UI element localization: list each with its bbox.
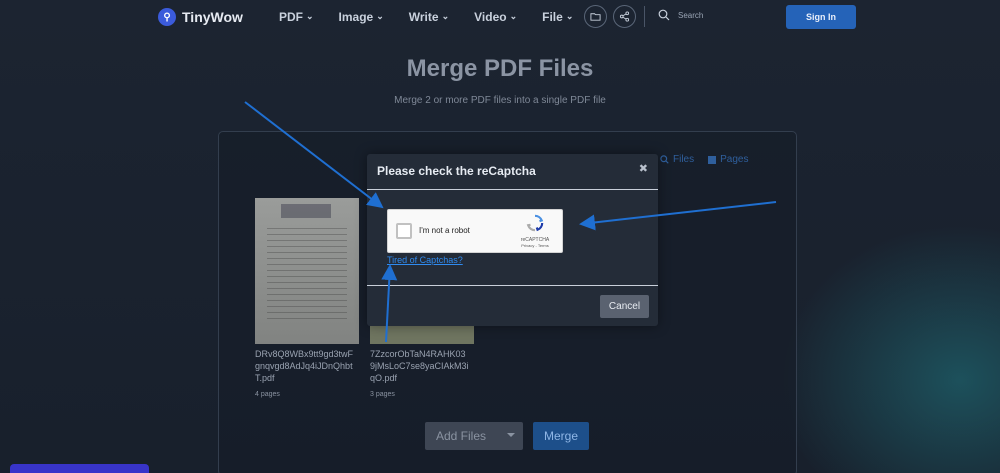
recaptcha-logo: reCAPTCHA Privacy - Terms (514, 214, 556, 248)
merge-button[interactable]: Merge (533, 422, 589, 450)
file-name: 7ZzcorObTaN4RAHK039jMsLoC7se8yaCIAkM3iqO… (370, 349, 469, 383)
caret-down-icon[interactable] (507, 433, 515, 437)
document-text-lines (267, 228, 347, 324)
search-icon (660, 155, 669, 164)
logo-text: TinyWow (182, 9, 243, 25)
nav-item-video[interactable]: Video ⌄ (474, 10, 517, 24)
panel-view-toggle: Files Pages (660, 154, 748, 165)
document-letterhead (281, 204, 331, 218)
modal-divider (367, 189, 658, 190)
main-nav: PDF ⌄ Image ⌄ Write ⌄ Video ⌄ File ⌄ (279, 10, 573, 24)
logo[interactable]: ⚲ TinyWow (158, 8, 243, 26)
nav-item-pdf[interactable]: PDF ⌄ (279, 10, 314, 24)
share-button[interactable] (613, 5, 636, 28)
folder-icon (590, 13, 601, 21)
logo-icon: ⚲ (158, 8, 176, 26)
modal-title: Please check the reCaptcha (377, 164, 536, 178)
file-page-count: 4 pages (255, 391, 280, 398)
chevron-down-icon: ⌄ (441, 10, 450, 21)
nav-item-image[interactable]: Image ⌄ (339, 10, 384, 24)
cancel-button[interactable]: Cancel (600, 295, 649, 318)
modal-divider (367, 285, 658, 286)
tired-of-captchas-link[interactable]: Tired of Captchas? (387, 255, 463, 265)
header-divider (644, 6, 645, 27)
recaptcha-checkbox[interactable] (396, 223, 412, 239)
file-page-count: 3 pages (370, 391, 395, 398)
recaptcha-label: I'm not a robot (419, 226, 470, 235)
chevron-down-icon: ⌄ (306, 10, 314, 21)
recaptcha-privacy-terms[interactable]: Privacy - Terms (514, 243, 556, 248)
add-files-button[interactable]: Add Files (425, 422, 523, 450)
view-pages-button[interactable]: Pages (708, 154, 748, 165)
file-name: DRv8Q8WBx9tt9gd3twFgnqvgd8AdJq4iJDnQhbtT… (255, 349, 354, 383)
nav-item-write[interactable]: Write ⌄ (409, 10, 449, 24)
page-subtitle: Merge 2 or more PDF files into a single … (394, 95, 606, 106)
add-files-label: Add Files (436, 429, 487, 443)
close-icon[interactable]: ✖ (639, 162, 648, 175)
search-box[interactable]: Search (658, 9, 703, 21)
chevron-down-icon: ⌄ (565, 10, 574, 21)
file-thumbnail[interactable] (255, 198, 359, 344)
chevron-down-icon: ⌄ (376, 10, 384, 21)
sign-in-button[interactable]: Sign In (786, 5, 856, 29)
nav-item-file[interactable]: File ⌄ (542, 10, 573, 24)
chevron-down-icon: ⌄ (509, 10, 518, 21)
share-icon (619, 11, 630, 22)
recaptcha-modal: Please check the reCaptcha ✖ I'm not a r… (367, 154, 658, 326)
search-input[interactable]: Search (678, 11, 703, 20)
page-title: Merge PDF Files (406, 55, 594, 82)
top-header: ⚲ TinyWow PDF ⌄ Image ⌄ Write ⌄ Video ⌄ File… (0, 0, 1000, 34)
search-icon (658, 9, 670, 21)
recaptcha-icon (526, 214, 544, 232)
folder-button[interactable] (584, 5, 607, 28)
pages-icon (708, 155, 717, 164)
view-files-button[interactable]: Files (660, 154, 694, 165)
bottom-bar[interactable] (10, 464, 149, 473)
recaptcha-widget: I'm not a robot reCAPTCHA Privacy - Term… (387, 209, 563, 253)
